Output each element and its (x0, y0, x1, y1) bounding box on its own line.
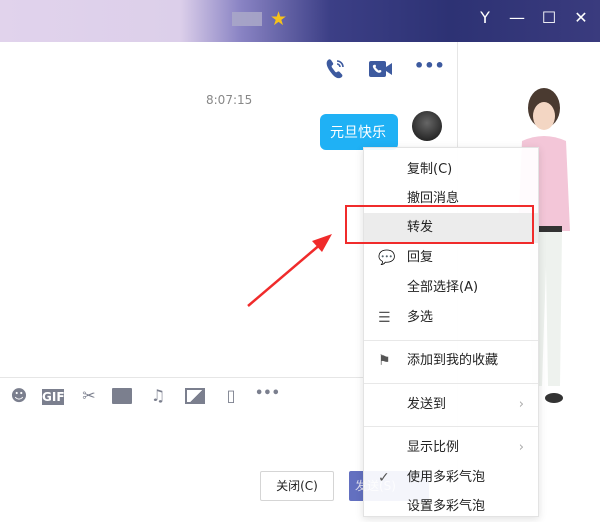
annotation-arrow-icon (247, 234, 332, 307)
